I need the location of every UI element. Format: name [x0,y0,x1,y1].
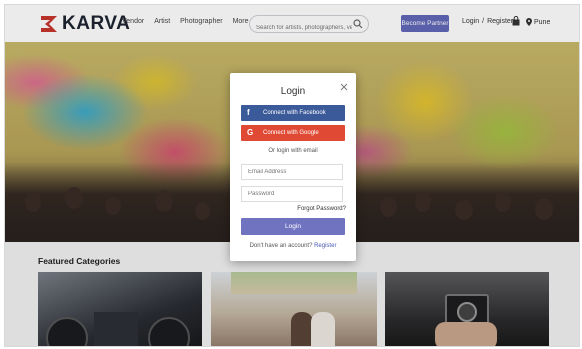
email-field[interactable] [241,164,343,180]
password-field[interactable] [241,186,343,202]
facebook-button-label: Connect with Facebook [263,110,326,116]
login-button[interactable]: Login [241,218,345,235]
google-login-button[interactable]: G Connect with Google [241,125,345,141]
facebook-icon: f [247,108,250,117]
signup-prompt: Don't have an account? Register [230,243,356,249]
login-modal: Login f Connect with Facebook G Connect … [230,73,356,261]
modal-register-link[interactable]: Register [314,243,336,249]
google-icon: G [247,128,254,137]
modal-title: Login [280,86,306,97]
google-button-label: Connect with Google [263,130,319,136]
email-divider-text: Or login with email [268,148,318,154]
signup-text: Don't have an account? [249,243,313,249]
facebook-login-button[interactable]: f Connect with Facebook [241,105,345,121]
forgot-password-link[interactable]: Forgot Password? [297,206,346,212]
page-frame: KARVA Vendor Artist Photographer More Be… [4,4,580,347]
close-icon[interactable] [340,83,348,91]
